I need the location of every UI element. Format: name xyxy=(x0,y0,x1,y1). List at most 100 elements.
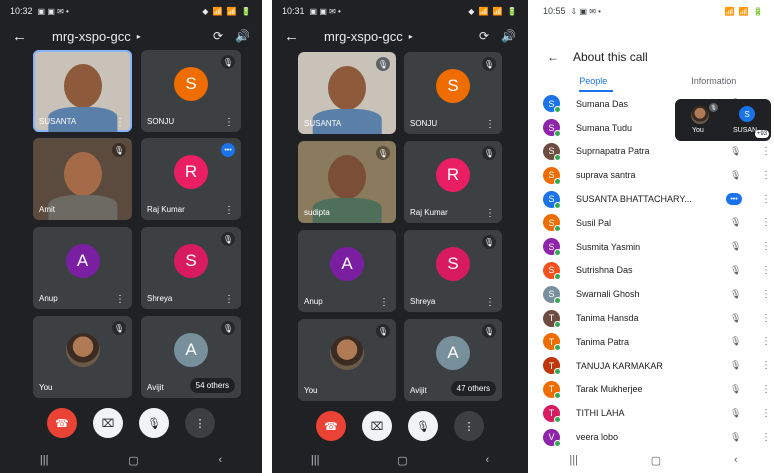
participant-menu-icon[interactable]: ⋮ xyxy=(761,360,771,371)
camera-off-icon: ⌧ xyxy=(370,420,384,433)
participant-row[interactable]: S Swarnali Ghosh 🎙 ⋮ xyxy=(533,282,774,306)
participant-row[interactable]: T Tanima Patra 🎙 ⋮ xyxy=(533,330,774,354)
tile-menu-icon[interactable]: ⋮ xyxy=(224,205,234,216)
notification-icons: ▣ ▣ ✉ • xyxy=(309,6,341,16)
home-icon[interactable]: ▢ xyxy=(397,454,407,467)
signal-battery-icons: 📶 📶 🔋 xyxy=(724,6,764,16)
participant-tile-anup[interactable]: A Anup ⋮ xyxy=(33,227,132,309)
back-arrow-icon[interactable]: ← xyxy=(547,50,559,64)
participant-row[interactable]: T TANUJA KARMAKAR 🎙 ⋮ xyxy=(533,354,774,378)
avatar: A xyxy=(65,244,100,279)
participant-tile-raj-kumar[interactable]: 🎙 R Raj Kumar ⋮ xyxy=(404,141,502,223)
tile-menu-icon[interactable]: ⋮ xyxy=(115,294,125,305)
back-arrow-icon[interactable]: ← xyxy=(12,28,34,45)
participant-menu-icon[interactable]: ⋮ xyxy=(761,241,771,252)
participant-row[interactable]: T Tarak Mukherjee 🎙 ⋮ xyxy=(533,378,774,402)
tile-menu-icon[interactable]: ⋮ xyxy=(485,208,495,219)
tile-menu-icon[interactable]: ⋮ xyxy=(485,297,495,308)
participant-menu-icon[interactable]: ⋮ xyxy=(761,170,771,181)
speaker-icon[interactable]: 🔊 xyxy=(501,29,516,43)
online-status-dot xyxy=(554,201,561,209)
end-call-button[interactable]: ☎ xyxy=(316,411,346,441)
participant-row[interactable]: S Sutrishna Das 🎙 ⋮ xyxy=(533,259,774,283)
meeting-code[interactable]: mrg-xspo-gcc xyxy=(324,29,403,44)
participant-menu-icon[interactable]: ⋮ xyxy=(761,432,771,443)
participant-row[interactable]: S Suprnapatra Patra 🎙 ⋮ xyxy=(533,140,774,164)
tile-menu-icon[interactable]: ⋮ xyxy=(379,297,389,308)
nav-back-icon[interactable]: ‹ xyxy=(218,454,222,466)
tab-people[interactable]: People xyxy=(533,70,654,92)
participant-menu-icon[interactable]: ⋮ xyxy=(761,384,771,395)
participant-row[interactable]: S Susmita Yasmin 🎙 ⋮ xyxy=(533,235,774,259)
participant-tile-avijit[interactable]: 🎙 A Avijit 47 others xyxy=(404,319,502,401)
mic-off-icon: 🎙 xyxy=(221,232,235,246)
participant-tile-shreya[interactable]: 🎙 S Shreya ⋮ xyxy=(141,227,241,309)
participant-tile-avijit[interactable]: 🎙 A Avijit 54 others xyxy=(141,316,241,398)
participant-menu-icon[interactable]: ⋮ xyxy=(761,289,771,300)
participant-tile-anup[interactable]: A Anup ⋮ xyxy=(298,230,396,312)
speaker-icon[interactable]: 🔊 xyxy=(235,29,250,43)
camera-toggle-button[interactable]: ⌧ xyxy=(362,411,392,441)
tile-menu-icon[interactable]: ⋮ xyxy=(224,117,234,128)
online-status-dot xyxy=(554,391,561,399)
participant-row[interactable]: S SUSANTA BHATTACHARY... ••• ⋮ xyxy=(533,187,774,211)
chevron-right-icon[interactable]: ▸ xyxy=(137,32,141,41)
home-icon[interactable]: ▢ xyxy=(651,454,661,467)
avatar: T xyxy=(543,333,561,352)
others-count-badge[interactable]: 54 others xyxy=(189,378,235,393)
recent-apps-icon[interactable]: ||| xyxy=(40,454,49,466)
participant-row[interactable]: T Tanima Hansda 🎙 ⋮ xyxy=(533,306,774,330)
nav-back-icon[interactable]: ‹ xyxy=(485,454,489,466)
participant-tile-susanta[interactable]: 🎙 SUSANTA xyxy=(298,52,396,134)
chevron-right-icon[interactable]: ▸ xyxy=(409,32,413,41)
mic-toggle-button[interactable]: 🎙 xyxy=(139,408,169,438)
participant-name: Suprnapatra Patra xyxy=(576,146,650,157)
participant-row[interactable]: S Susil Pal 🎙 ⋮ xyxy=(533,211,774,235)
participant-tile-sonju[interactable]: 🎙 S SONJU ⋮ xyxy=(404,52,502,134)
nav-back-icon[interactable]: ‹ xyxy=(734,454,738,466)
notification-icons: ▣ ▣ ✉ • xyxy=(37,6,69,16)
camera-toggle-button[interactable]: ⌧ xyxy=(93,408,123,438)
participant-tile-susanta[interactable]: SUSANTA ⋮ xyxy=(33,50,132,132)
avatar-initial: V xyxy=(548,432,555,443)
end-call-button[interactable]: ☎ xyxy=(47,408,77,438)
others-count-badge[interactable]: 47 others xyxy=(450,381,496,396)
participant-tile-sonju[interactable]: 🎙 S SONJU ⋮ xyxy=(141,50,241,132)
home-icon[interactable]: ▢ xyxy=(128,454,138,467)
recent-apps-icon[interactable]: ||| xyxy=(311,454,320,466)
participant-row[interactable]: T TITHI LAHA 🎙 ⋮ xyxy=(533,401,774,425)
participant-menu-icon[interactable]: ⋮ xyxy=(761,194,771,205)
participant-tile-sudipta[interactable]: 🎙 sudipta xyxy=(298,141,396,223)
recent-apps-icon[interactable]: ||| xyxy=(569,454,578,466)
participant-menu-icon[interactable]: ⋮ xyxy=(761,336,771,347)
participant-row[interactable]: Ssuprava santra 🎙 ⋮ xyxy=(533,163,774,187)
more-options-button[interactable]: ⋮ xyxy=(454,411,484,441)
meeting-code[interactable]: mrg-xspo-gcc xyxy=(52,29,131,44)
mic-toggle-button[interactable]: 🎙 xyxy=(408,411,438,441)
more-options-button[interactable]: ⋮ xyxy=(185,408,215,438)
back-arrow-icon[interactable]: ← xyxy=(284,28,306,45)
participant-tile-shreya[interactable]: 🎙 S Shreya ⋮ xyxy=(404,230,502,312)
tile-menu-icon[interactable]: ⋮ xyxy=(224,294,234,305)
tile-menu-icon[interactable]: ⋮ xyxy=(485,119,495,130)
participant-name: Raj Kumar xyxy=(147,205,185,214)
participant-tile-raj-kumar[interactable]: ••• R Raj Kumar ⋮ xyxy=(141,138,241,220)
participant-menu-icon[interactable]: ⋮ xyxy=(761,146,771,157)
mini-call-overlay[interactable]: 🎙 S You SUSAN +93 xyxy=(675,99,771,141)
tab-information[interactable]: Information xyxy=(654,70,774,92)
tile-menu-icon[interactable]: ⋮ xyxy=(115,117,125,128)
participant-menu-icon[interactable]: ⋮ xyxy=(761,265,771,276)
participant-name: Tanima Hansda xyxy=(576,313,639,324)
participant-menu-icon[interactable]: ⋮ xyxy=(761,217,771,228)
participant-name: Shreya xyxy=(147,294,173,303)
participant-tile-amit[interactable]: 🎙 Amit xyxy=(33,138,132,220)
switch-camera-icon[interactable]: ⟳ xyxy=(213,29,223,43)
participant-menu-icon[interactable]: ⋮ xyxy=(761,313,771,324)
about-call-screen: 10:55 ⇩ ▣ ✉ • 📶 📶 🔋 ← About this call Pe… xyxy=(533,0,774,473)
participant-tile-you[interactable]: 🎙 You xyxy=(33,316,132,398)
participant-tile-you[interactable]: 🎙 You xyxy=(298,319,396,401)
switch-camera-icon[interactable]: ⟳ xyxy=(479,29,489,43)
participant-row[interactable]: Vveera lobo 🎙 ⋮ xyxy=(533,425,774,449)
participant-menu-icon[interactable]: ⋮ xyxy=(761,408,771,419)
mic-off-icon: 🎙 xyxy=(376,146,390,160)
